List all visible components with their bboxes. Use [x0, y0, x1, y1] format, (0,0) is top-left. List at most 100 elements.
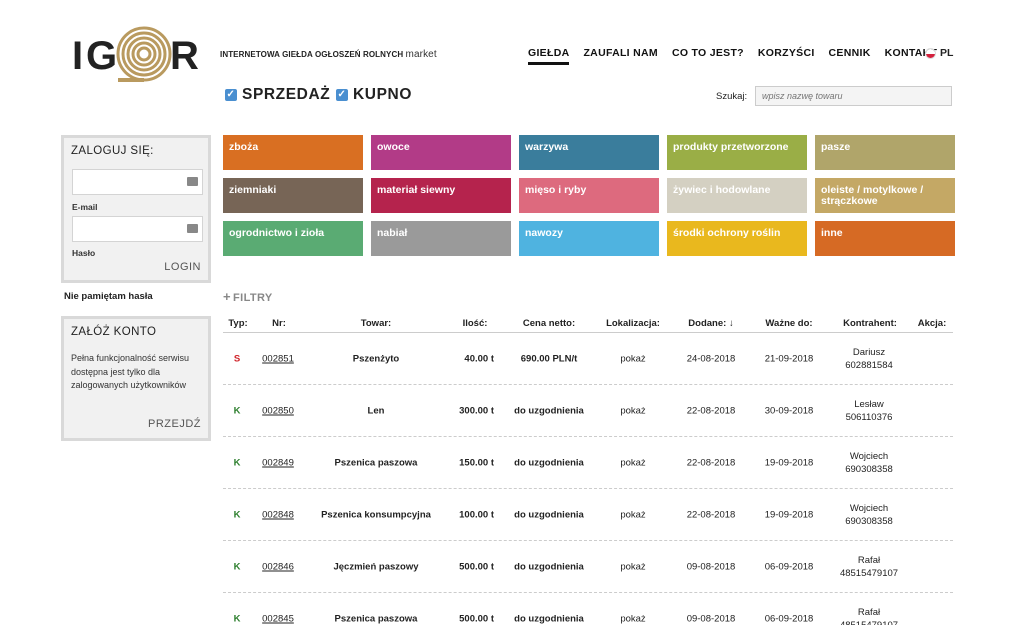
email-field[interactable]	[72, 169, 203, 195]
language-label: PL	[940, 47, 954, 59]
cell-ilosc: 150.00 t	[459, 457, 494, 469]
header-cena[interactable]: Cena netto:	[523, 318, 575, 329]
login-title: ZALOGUJ SIĘ:	[71, 145, 154, 157]
plus-icon: +	[223, 289, 231, 304]
cell-lok[interactable]: pokaż	[620, 458, 645, 469]
kontrahent-phone: 602881584	[845, 360, 893, 371]
category-tile[interactable]: środki ochrony roślin	[667, 221, 807, 256]
header-ilosc[interactable]: Ilość:	[463, 318, 488, 329]
kontrahent-phone: 48515479107	[839, 568, 899, 579]
forgot-password-link[interactable]: Nie pamiętam hasła	[64, 291, 153, 302]
cell-lok[interactable]: pokaż	[620, 354, 645, 365]
kontrahent-name: Wojciech	[849, 451, 889, 462]
category-tile[interactable]: warzywa	[519, 135, 659, 170]
header-typ[interactable]: Typ:	[228, 318, 247, 329]
register-button[interactable]: PRZEJDŹ	[148, 418, 201, 430]
cell-lok[interactable]: pokaż	[620, 614, 645, 625]
table-row: K 002849 Pszenica paszowa 150.00 t do uzgodn…	[223, 437, 953, 489]
table-header: Typ: Nr: Towar: Ilość: Cena netto: Lokal…	[223, 316, 953, 333]
category-grid: zboża owoce warzywa produkty przetworzon…	[223, 135, 955, 256]
table-row: K 002850 Len 300.00 t do uzgodnienia pokaż 22-…	[223, 385, 953, 437]
cell-towar: Pszenica paszowa	[334, 457, 418, 469]
buy-checkbox[interactable]: ✓ KUPNO	[336, 86, 412, 104]
cell-nr[interactable]: 002848	[262, 510, 294, 521]
password-label: Hasło	[72, 248, 96, 258]
header-nr[interactable]: Nr:	[272, 318, 286, 329]
cell-towar: Jęczmień paszowy	[333, 561, 419, 573]
cell-kontrahent: Wojciech 690308358	[845, 502, 893, 528]
category-tile[interactable]: materiał siewny	[371, 178, 511, 213]
nav-gielda[interactable]: GIEŁDA	[528, 47, 570, 65]
category-tile[interactable]: owoce	[371, 135, 511, 170]
nav-korzysci[interactable]: KORZYŚCI	[758, 47, 815, 65]
cell-dodane: 09-08-2018	[686, 613, 736, 625]
cell-cena: 690.00 PLN/t	[520, 353, 578, 365]
filters-toggle[interactable]: + FILTRY	[223, 289, 273, 304]
category-tile[interactable]: oleiste / motylkowe / strączkowe	[815, 178, 955, 213]
login-button[interactable]: LOGIN	[164, 261, 201, 273]
category-tile[interactable]: produkty przetworzone	[667, 135, 807, 170]
checkmark-icon: ✓	[336, 89, 348, 101]
search-input[interactable]	[755, 86, 952, 106]
cell-lok[interactable]: pokaż	[620, 562, 645, 573]
cell-kontrahent: Lesław 506110376	[846, 398, 893, 424]
table-row: K 002846 Jęczmień paszowy 500.00 t do uzgodn…	[223, 541, 953, 593]
kontrahent-name: Wojciech	[849, 503, 889, 514]
cell-wazne: 19-09-2018	[764, 509, 814, 521]
cell-lok[interactable]: pokaż	[620, 406, 645, 417]
table-row: S 002851 Pszenżyto 40.00 t 690.00 PLN/t pokaż…	[223, 333, 953, 385]
cell-towar: Len	[367, 405, 385, 417]
cell-lok[interactable]: pokaż	[620, 510, 645, 521]
cell-nr[interactable]: 002851	[262, 354, 294, 365]
category-tile[interactable]: mięso i ryby	[519, 178, 659, 213]
sell-label: SPRZEDAŻ	[242, 86, 331, 103]
header-lokalizacja[interactable]: Lokalizacja:	[606, 318, 660, 329]
nav-co-to-jest[interactable]: CO TO JEST?	[672, 47, 744, 65]
category-tile[interactable]: ziemniaki	[223, 178, 363, 213]
header-towar[interactable]: Towar:	[361, 318, 391, 329]
logo-text-r: R	[170, 34, 199, 78]
cell-ilosc: 40.00 t	[464, 353, 494, 365]
cell-nr[interactable]: 002849	[262, 458, 294, 469]
header-akcja: Akcja:	[917, 318, 947, 329]
category-tile[interactable]: pasze	[815, 135, 955, 170]
cell-kontrahent: Dariusz 602881584	[845, 346, 893, 372]
category-tile[interactable]: żywiec i hodowlane	[667, 178, 807, 213]
cell-wazne: 21-09-2018	[764, 353, 814, 365]
cell-typ: K	[233, 509, 241, 521]
sell-checkbox[interactable]: ✓ SPRZEDAŻ	[225, 86, 330, 104]
cell-cena: do uzgodnienia	[514, 509, 584, 521]
nav-zaufali-nam[interactable]: ZAUFALI NAM	[583, 47, 657, 65]
filters-label: FILTRY	[233, 292, 273, 304]
category-tile[interactable]: nawozy	[519, 221, 659, 256]
category-tile[interactable]: nabiał	[371, 221, 511, 256]
password-field[interactable]	[72, 216, 203, 242]
category-tile[interactable]: ogrodnictwo i zioła	[223, 221, 363, 256]
kontrahent-name: Lesław	[854, 399, 884, 410]
nav-cennik[interactable]: CENNIK	[829, 47, 871, 65]
cell-nr[interactable]: 002846	[262, 562, 294, 573]
logo-rings-icon	[116, 26, 172, 82]
cell-nr[interactable]: 002850	[262, 406, 294, 417]
header-dodane[interactable]: Dodane: ↓	[688, 318, 733, 329]
main-nav: GIEŁDA ZAUFALI NAM CO TO JEST? KORZYŚCI …	[528, 47, 937, 65]
category-tile[interactable]: zboża	[223, 135, 363, 170]
header-wazne[interactable]: Ważne do:	[765, 318, 812, 329]
cell-dodane: 22-08-2018	[686, 405, 736, 417]
header-kontrahent[interactable]: Kontrahent:	[843, 318, 897, 329]
buy-label: KUPNO	[353, 86, 412, 103]
register-text: Pełna funkcjonalność serwisu dostępna je…	[71, 353, 190, 390]
igor-logo[interactable]: I G R	[72, 26, 202, 86]
language-switch[interactable]: PL	[925, 47, 953, 59]
cell-cena: do uzgodnienia	[514, 613, 584, 625]
cell-typ: K	[233, 613, 241, 625]
category-tile[interactable]: inne	[815, 221, 955, 256]
cell-dodane: 24-08-2018	[686, 353, 736, 365]
cell-typ: S	[233, 353, 241, 365]
cell-nr[interactable]: 002845	[262, 614, 294, 625]
cell-typ: K	[233, 405, 241, 417]
register-title: ZAŁÓŻ KONTO	[71, 326, 157, 338]
cell-towar: Pszenżyto	[352, 353, 400, 365]
cell-cena: do uzgodnienia	[514, 457, 584, 469]
field-card-icon	[187, 177, 198, 186]
